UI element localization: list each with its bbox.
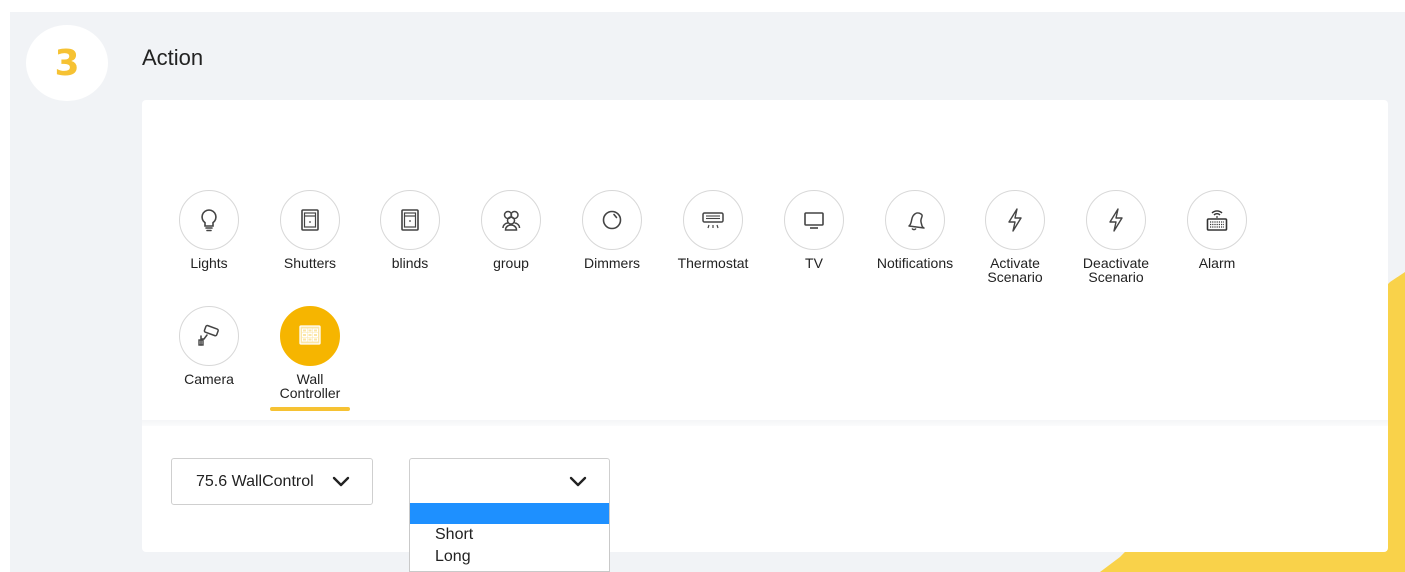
step-number: 3 (54, 42, 80, 84)
step-number-badge: 3 (26, 25, 108, 101)
device-select-value: 75.6 WallControl (196, 472, 314, 490)
action-thermostat[interactable]: Thermostat (663, 190, 763, 270)
lightning-icon (1008, 208, 1022, 232)
action-activate-scenario[interactable]: Activate Scenario (965, 190, 1065, 284)
wall-controller-icon (299, 325, 321, 345)
bell-icon (908, 212, 925, 231)
action-deactivate-scenario[interactable]: Deactivate Scenario (1066, 190, 1166, 284)
chevron-down-icon (569, 476, 587, 487)
dropdown-option-short[interactable]: Short (410, 524, 609, 546)
action-camera[interactable]: Camera (159, 306, 259, 386)
press-type-select[interactable] (409, 458, 610, 504)
action-lights[interactable]: Lights (159, 190, 259, 270)
blinds-icon (401, 209, 419, 231)
action-group[interactable]: group (461, 190, 561, 270)
action-dimmers[interactable]: Dimmers (562, 190, 662, 270)
action-blinds[interactable]: blinds (360, 190, 460, 270)
dropdown-option-empty[interactable] (410, 503, 609, 524)
alarm-keypad-icon (1206, 210, 1228, 231)
dropdown-option-long[interactable]: Long (410, 546, 609, 568)
selected-indicator (270, 407, 350, 411)
lightbulb-icon (201, 209, 217, 232)
press-type-dropdown: Short Long (409, 503, 610, 572)
section-title: Action (142, 45, 204, 70)
action-notifications[interactable]: Notifications (865, 190, 965, 270)
tv-icon (804, 212, 824, 229)
security-camera-icon (198, 324, 219, 346)
device-select[interactable]: 75.6 WallControl (171, 458, 373, 505)
dimmer-icon (602, 210, 622, 230)
group-icon (502, 210, 521, 231)
lightning-icon (1109, 208, 1123, 232)
action-wall-controller[interactable]: Wall Controller (260, 306, 360, 400)
shutters-icon (301, 209, 319, 231)
action-shutters[interactable]: Shutters (260, 190, 360, 270)
card-divider (142, 420, 1388, 426)
chevron-down-icon (332, 476, 350, 486)
action-tv[interactable]: TV (764, 190, 864, 270)
action-alarm[interactable]: Alarm (1167, 190, 1267, 270)
air-conditioner-icon (702, 212, 724, 229)
